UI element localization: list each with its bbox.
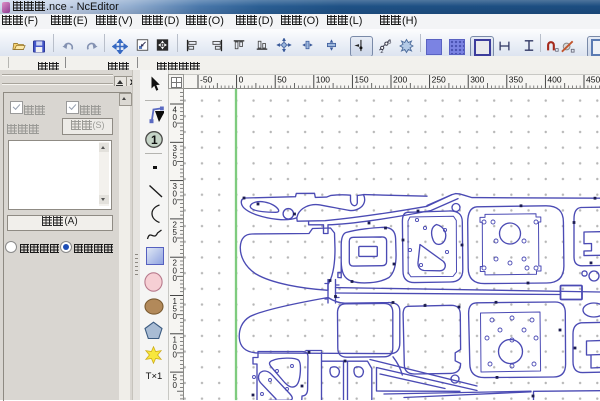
svg-text:400: 400 — [547, 75, 561, 85]
svg-text:300: 300 — [470, 75, 484, 85]
svg-text:3: 3 — [388, 40, 391, 46]
svg-text:350: 350 — [509, 75, 523, 85]
svg-text:0: 0 — [173, 159, 178, 168]
svg-text:0: 0 — [173, 121, 178, 130]
svg-text:0: 0 — [173, 351, 178, 360]
svg-text:0: 0 — [173, 312, 178, 321]
svg-text:2: 2 — [380, 49, 383, 53]
svg-text:0: 0 — [173, 381, 178, 390]
svg-text:0: 0 — [173, 197, 178, 206]
svg-text:150: 150 — [354, 75, 368, 85]
svg-text:450: 450 — [586, 75, 600, 85]
svg-text:100: 100 — [316, 75, 330, 85]
svg-text:0: 0 — [173, 236, 178, 245]
svg-text:-50: -50 — [200, 75, 213, 85]
svg-text:1: 1 — [151, 133, 158, 147]
svg-text:0: 0 — [173, 274, 178, 283]
svg-text:200: 200 — [393, 75, 407, 85]
svg-text:0: 0 — [239, 75, 244, 85]
svg-text:250: 250 — [432, 75, 446, 85]
svg-text:50: 50 — [277, 75, 287, 85]
